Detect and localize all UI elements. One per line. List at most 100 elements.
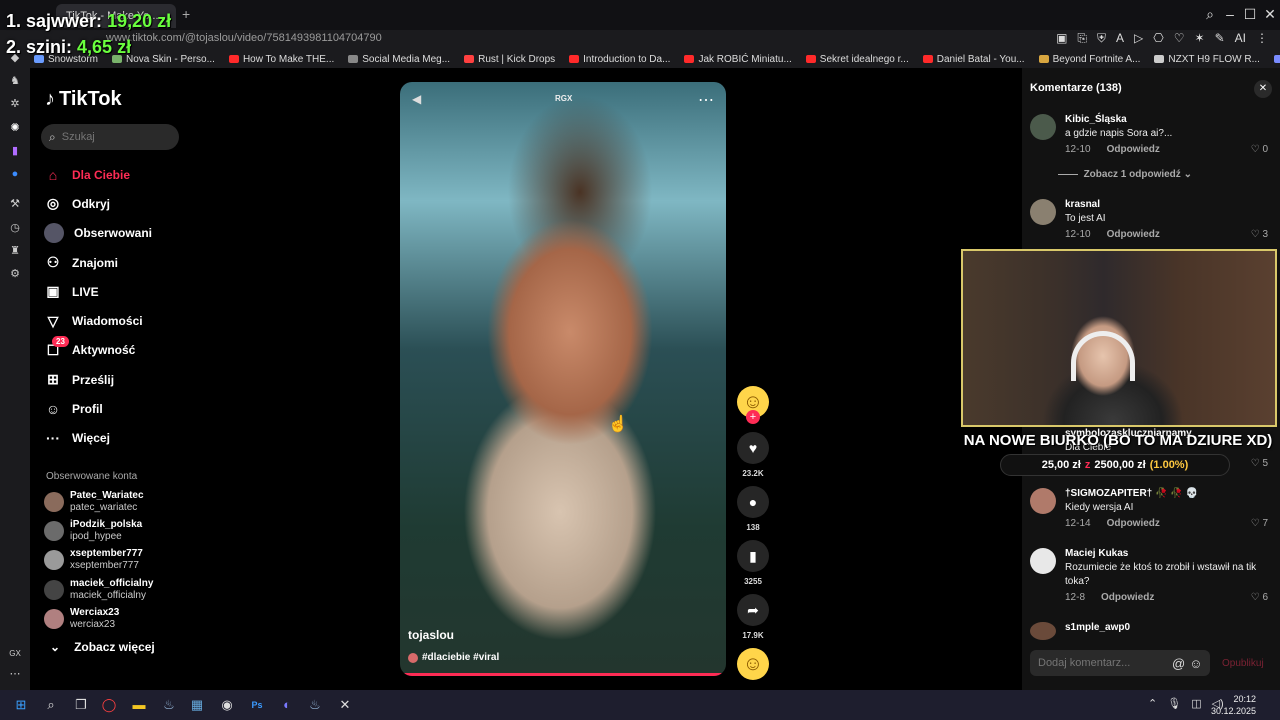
video-progress-bar[interactable] <box>400 673 726 676</box>
windows-start-icon[interactable]: ⊞ <box>12 696 30 714</box>
heart-icon[interactable]: ♡ <box>1251 144 1260 155</box>
nav-item[interactable]: ◎ Odkryj <box>44 189 184 218</box>
pen-icon[interactable]: ✎ <box>1215 31 1225 46</box>
steam-icon[interactable]: ♨ <box>306 696 324 714</box>
comment-action[interactable]: ● 138 <box>736 486 770 532</box>
avatar[interactable] <box>1030 199 1056 225</box>
settings-icon[interactable]: ⚙ <box>9 268 21 280</box>
share-action[interactable]: ➦ 17.9K <box>736 594 770 640</box>
nav-item[interactable]: ⌂ Dla Ciebie <box>44 160 184 189</box>
search-tabs-icon[interactable]: ⌕ <box>1200 6 1220 23</box>
capcut-icon[interactable]: ✕ <box>336 696 354 714</box>
network-icon[interactable]: ◫ <box>1191 697 1201 710</box>
close-window-button[interactable]: ✕ <box>1260 6 1280 23</box>
extension-icon[interactable]: ⚒ <box>9 198 21 210</box>
chevron-up-icon[interactable]: ⌃ <box>1148 697 1157 710</box>
avatar[interactable] <box>1030 488 1056 514</box>
twitch-icon[interactable]: ▮ <box>9 145 21 157</box>
comment-like[interactable]: ♡ 6 <box>1251 592 1268 603</box>
address-bar[interactable]: www.tiktok.com/@tojaslou/video/758149398… <box>30 29 1280 49</box>
minimize-button[interactable]: – <box>1220 6 1240 22</box>
volume-icon[interactable]: ◀ <box>412 92 421 106</box>
heart-icon[interactable]: ♡ <box>1251 518 1260 529</box>
reply-button[interactable]: Odpowiedz <box>1107 518 1160 529</box>
more-options-icon[interactable]: ⋯ <box>698 90 714 110</box>
bookmark-item[interactable]: Daniel Batal - You... <box>922 50 1025 68</box>
comment-user[interactable]: s1mple_awp0 <box>1065 622 1130 633</box>
comment-input[interactable] <box>1038 657 1168 669</box>
more-icon[interactable]: ⋯ <box>9 668 21 680</box>
gx-icon[interactable]: GX <box>9 648 21 660</box>
bookmark-item[interactable]: Sekret idealnego r... <box>805 50 909 68</box>
hashtags-text[interactable]: #dlaciebie #viral <box>422 652 499 663</box>
creator-avatar[interactable]: ☺ + <box>736 386 770 424</box>
comment-like[interactable]: ♡ 7 <box>1251 518 1268 529</box>
followed-account[interactable]: iPodzik_polska ipod_hypee <box>44 516 153 545</box>
bookmark-item[interactable]: Rust | Kick Drops <box>464 50 555 68</box>
share-icon[interactable]: ➦ <box>737 594 769 626</box>
chatgpt-icon[interactable]: ✺ <box>9 122 21 134</box>
post-comment-button[interactable]: Opublikuj <box>1222 658 1264 669</box>
clock[interactable]: 20:12 30.12.2025 <box>1211 693 1256 717</box>
heart-icon[interactable]: ♡ <box>1251 229 1260 240</box>
mention-icon[interactable]: @ <box>1172 656 1185 671</box>
see-more-button[interactable]: ⌄ Zobacz więcej <box>50 640 155 654</box>
photoshop-icon[interactable]: Ps <box>248 696 266 714</box>
avatar[interactable] <box>1030 114 1056 140</box>
heart-icon[interactable]: ♡ <box>1251 458 1260 469</box>
bookmark-item[interactable]: Jak ROBIĆ Miniatu... <box>684 50 792 68</box>
tiktok-logo[interactable]: ♪ TikTok <box>45 88 122 111</box>
video-hashtags[interactable]: #dlaciebie #viral <box>408 652 499 663</box>
comment-like[interactable]: ♡ 0 <box>1251 144 1268 155</box>
comment-user[interactable]: Maciej Kukas <box>1065 548 1128 559</box>
nav-item[interactable]: ▣ LIVE <box>44 277 184 306</box>
heart-icon[interactable]: ♡ <box>1251 592 1260 603</box>
menu-icon[interactable]: ⋮ <box>1256 31 1268 46</box>
nav-item[interactable]: ··· Więcej <box>44 424 184 453</box>
comment-icon[interactable]: ● <box>737 486 769 518</box>
emoji-icon[interactable]: ☺ <box>1189 656 1202 671</box>
new-tab-button[interactable]: + <box>182 6 190 22</box>
comment-like[interactable]: ♡ 3 <box>1251 229 1268 240</box>
bookmark-item[interactable]: NZXT H9 FLOW R... <box>1154 50 1260 68</box>
extension-icon[interactable]: ⎘ <box>1077 31 1087 46</box>
timer-icon[interactable]: ◷ <box>9 222 21 234</box>
heart-icon[interactable]: ♥ <box>737 432 769 464</box>
nav-item[interactable]: ☐ Aktywność 23 <box>44 335 184 365</box>
app-icon[interactable]: ▦ <box>188 696 206 714</box>
close-icon[interactable]: ✕ <box>1254 80 1272 98</box>
play-icon[interactable]: ▷ <box>1134 31 1143 46</box>
follow-plus-icon[interactable]: + <box>746 410 760 424</box>
search-icon[interactable]: ⌕ <box>42 696 60 714</box>
translate-icon[interactable]: A <box>1116 31 1124 46</box>
extension-icon[interactable]: ⎔ <box>1153 31 1163 46</box>
view-replies-button[interactable]: —— Zobacz 1 odpowiedź ⌄ <box>1058 169 1192 180</box>
search-input[interactable] <box>61 131 162 143</box>
steam-icon[interactable]: ♨ <box>160 696 178 714</box>
heart-icon[interactable]: ♡ <box>1174 31 1185 46</box>
extension-icon[interactable]: ▣ <box>1056 31 1067 46</box>
like-action[interactable]: ♥ 23.2K <box>736 432 770 478</box>
avatar[interactable] <box>1030 622 1056 640</box>
task-view-icon[interactable]: ❐ <box>72 696 90 714</box>
opera-gx-icon[interactable]: ◯ <box>100 696 118 714</box>
bookmark-item[interactable]: Kylnn's Photosho... <box>1273 50 1280 68</box>
comment-like[interactable]: ♡ 5 <box>1251 458 1268 469</box>
sound-avatar-icon[interactable]: ☺ <box>737 648 769 680</box>
bookmark-icon[interactable]: ▮ <box>737 540 769 572</box>
followed-account[interactable]: Patec_Wariatec patec_wariatec <box>44 487 153 516</box>
obs-icon[interactable]: ◉ <box>218 696 236 714</box>
microphone-icon[interactable]: 🎙 <box>1167 697 1181 710</box>
comment-user[interactable]: Kibic_Śląska <box>1065 114 1127 125</box>
bookmark-item[interactable]: Introduction to Da... <box>569 50 670 68</box>
nav-item[interactable]: ▽ Wiadomości <box>44 306 184 335</box>
comment-user[interactable]: †SIGMOZAPITER† 🥀 🥀 💀 <box>1065 488 1198 499</box>
shield-icon[interactable]: ⛨ <box>1097 31 1106 46</box>
reply-button[interactable]: Odpowiedz <box>1107 229 1160 240</box>
ai-button[interactable]: AI <box>1235 31 1246 46</box>
bookmark-item[interactable]: Beyond Fortnite A... <box>1038 50 1140 68</box>
search-box[interactable]: ⌕ <box>41 124 179 150</box>
followed-account[interactable]: xseptember777 xseptember777 <box>44 546 153 575</box>
messenger-icon[interactable]: ● <box>9 168 21 180</box>
nav-item[interactable]: ● Obserwowani <box>44 219 184 248</box>
